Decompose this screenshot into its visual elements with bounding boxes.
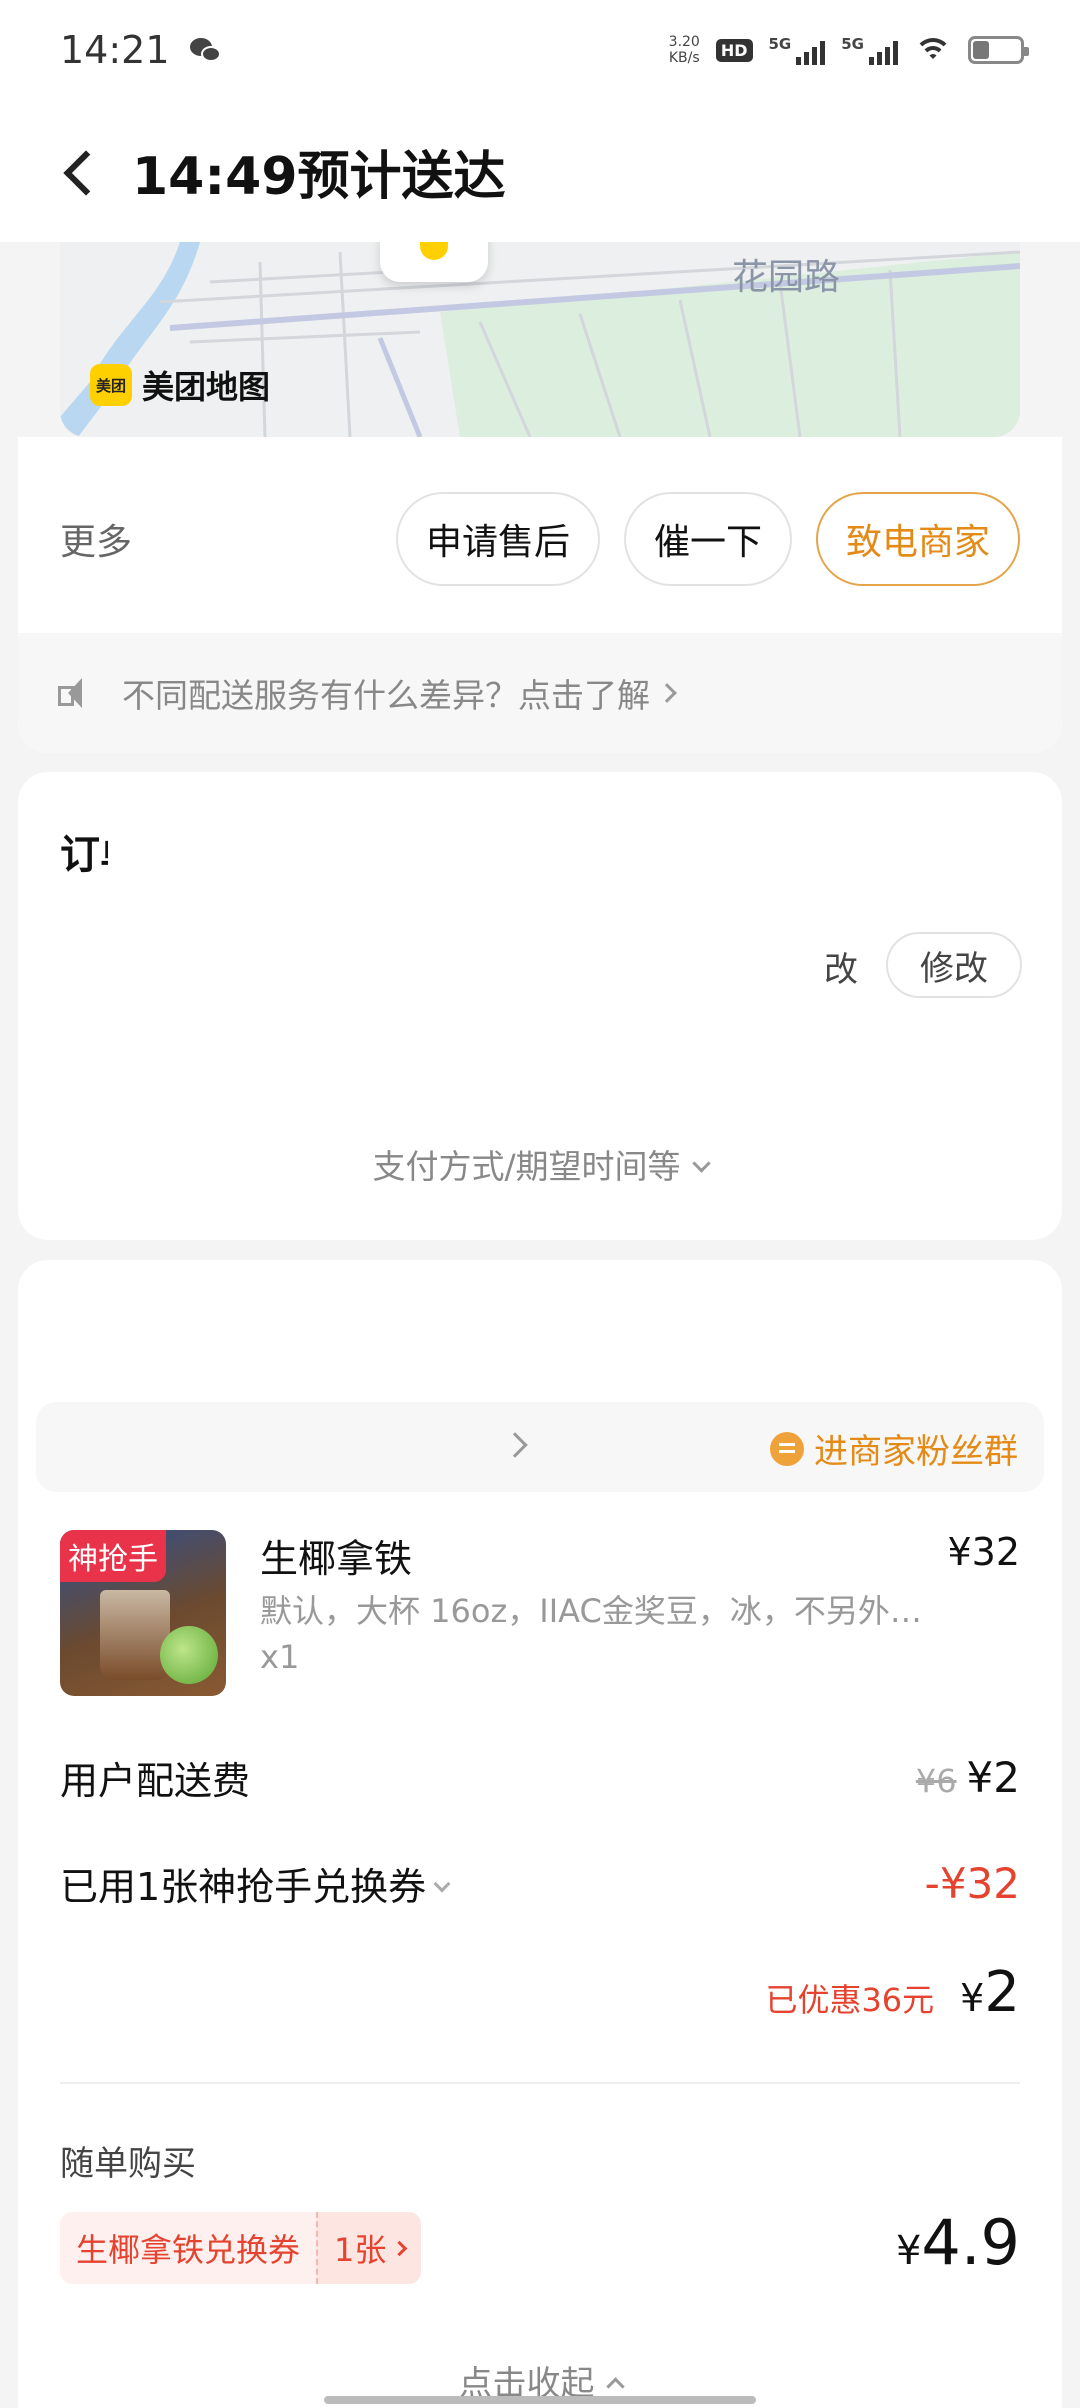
pay-info-expand[interactable]: 支付方式/期望时间等	[18, 1140, 1062, 1188]
coupon-row[interactable]: 已用1张神抢手兑换券 -¥32	[60, 1856, 1020, 1911]
chevron-right-icon	[657, 683, 677, 703]
back-icon[interactable]	[60, 141, 100, 201]
delivery-fee-price: ¥2	[966, 1753, 1020, 1802]
divider	[60, 2082, 1020, 2084]
action-row: 更多 申请售后 催一下 致电商家	[60, 489, 1020, 589]
status-time: 14:21	[60, 28, 170, 72]
hd-icon: HD	[715, 38, 753, 62]
delivery-fee-original: ¥6	[915, 1762, 957, 1800]
call-merchant-button[interactable]: 致电商家	[815, 492, 1020, 586]
addon-price: ¥4.9	[895, 2206, 1020, 2279]
fan-group-label: 进商家粉丝群	[814, 1432, 1018, 1472]
product-image[interactable]: 神抢手	[60, 1530, 226, 1696]
delivery-map[interactable]: 花园路 美团 美团地图	[60, 242, 1020, 437]
product-price: ¥32	[947, 1530, 1020, 1574]
delivery-info-banner[interactable]: 不同配送服务有什么差异？点击了解	[18, 633, 1062, 753]
speaker-icon	[58, 678, 92, 708]
chevron-up-icon	[605, 2377, 625, 2396]
signal-icon: 5G	[769, 35, 826, 65]
delivery-fee-label: 用户配送费	[60, 1759, 251, 1803]
order-info-card: 订单 改 修改 支付方式/期望时间等	[18, 772, 1062, 1240]
redacted-area	[108, 812, 668, 892]
fan-group-link[interactable]: 进商家粉丝群	[770, 1424, 1018, 1473]
coupon-used-label: 已用1张神抢手兑换券	[60, 1865, 427, 1909]
map-road-label: 花园路	[732, 257, 841, 298]
edit-label-partial: 改	[824, 950, 858, 990]
chat-icon	[770, 1431, 804, 1466]
shop-row[interactable]: 进商家粉丝群	[36, 1402, 1044, 1492]
discount-text: 已优惠36元	[765, 1981, 935, 2019]
addon-title: 随单购买	[60, 2144, 196, 2184]
product-badge: 神抢手	[60, 1530, 166, 1582]
page-title: 14:49预计送达	[132, 146, 506, 207]
map-logo-text: 美团地图	[142, 368, 271, 406]
network-speed: 3.20 KB/s	[668, 34, 700, 66]
delivery-fee-row: 用户配送费 ¥6 ¥2	[60, 1750, 1020, 1805]
urge-button[interactable]: 催一下	[623, 492, 792, 586]
total-price: ¥2	[960, 1960, 1020, 2025]
after-sales-button[interactable]: 申请售后	[395, 492, 600, 586]
product-card: 进商家粉丝群 神抢手 生椰拿铁 ¥32 默认，大杯 16oz，IIAC金奖豆，冰…	[18, 1260, 1062, 2408]
addon-coupon[interactable]: 生椰拿铁兑换券 1张	[60, 2212, 422, 2284]
chevron-down-icon	[691, 1154, 711, 1173]
meituan-logo-icon: 美团	[90, 364, 132, 406]
chevron-down-icon	[433, 1875, 451, 1893]
home-indicator[interactable]	[324, 2396, 756, 2404]
wifi-icon	[914, 36, 952, 64]
pay-info-label: 支付方式/期望时间等	[372, 1147, 681, 1186]
addon-coupon-name: 生椰拿铁兑换券	[60, 2212, 317, 2284]
total-row: 已优惠36元 ¥2	[60, 1960, 1020, 2025]
map-logo: 美团 美团地图	[90, 362, 270, 408]
status-bar: 14:21 3.20 KB/s HD 5G 5G	[0, 0, 1080, 100]
product-quantity: x1	[260, 1638, 300, 1676]
nav-bar: 14:49预计送达	[0, 100, 1080, 242]
chevron-right-icon	[502, 1432, 528, 1458]
signal-icon: 5G	[841, 35, 898, 65]
product-name: 生椰拿铁	[260, 1537, 413, 1581]
redacted-area	[18, 892, 798, 1112]
addon-coupon-count: 1张	[316, 2212, 422, 2284]
battery-icon	[968, 36, 1029, 64]
product-spec: 默认，大杯 16oz，IIAC金奖豆，冰，不另外…	[260, 1592, 922, 1630]
rider-marker-icon	[380, 242, 488, 282]
edit-address-button[interactable]: 修改	[886, 932, 1022, 998]
order-actions-card: 更多 申请售后 催一下 致电商家 不同配送服务有什么差异？点击了解	[18, 437, 1062, 753]
more-button[interactable]: 更多	[60, 513, 132, 565]
delivery-info-text: 不同配送服务有什么差异？点击了解	[122, 676, 650, 715]
status-icons: 3.20 KB/s HD 5G 5G	[668, 34, 1029, 66]
chevron-right-icon	[392, 2240, 408, 2256]
wechat-icon	[189, 36, 222, 64]
coupon-value: -¥32	[924, 1859, 1020, 1908]
